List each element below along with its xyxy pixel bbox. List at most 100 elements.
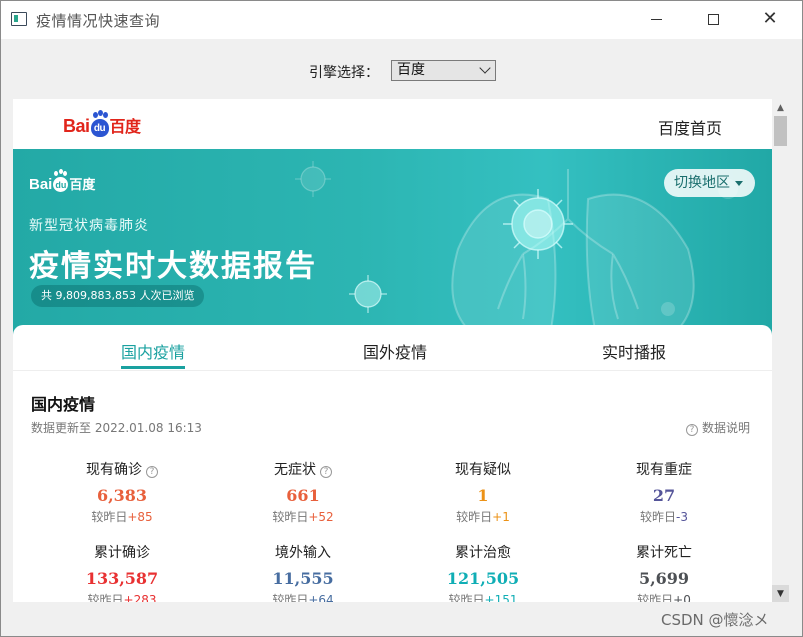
virus-small-icon	[349, 275, 387, 313]
data-note-link[interactable]: ? 数据说明	[686, 419, 750, 436]
logo-text-bai: Bai	[63, 116, 90, 136]
hero-title: 疫情实时大数据报告	[29, 249, 317, 284]
stat-delta: 较昨日+52	[223, 508, 383, 525]
stat-card: 无症状? 661 较昨日+52	[223, 459, 383, 525]
stat-card: 境外输入 11,555 较昨日+64	[223, 542, 383, 602]
stat-delta-prefix: 较昨日	[91, 510, 128, 524]
stat-card: 累计治愈 121,505 较昨日+151	[403, 542, 563, 602]
question-icon: ?	[686, 424, 698, 436]
virus-faint-icon	[295, 161, 331, 197]
scroll-down-button[interactable]: ▼	[772, 585, 789, 602]
stat-delta-value: +64	[308, 593, 334, 602]
stat-card: 现有重症 27 较昨日-3	[584, 459, 744, 525]
app-window: 疫情情况快速查询 ✕ 引擎选择： 百度 Bai du 百度 百度首页 Bai d…	[0, 0, 803, 637]
close-button[interactable]: ✕	[747, 1, 793, 37]
stat-label: 境外输入	[223, 542, 383, 562]
stat-delta-value: +52	[308, 510, 334, 524]
hero-logo-paw: du	[53, 171, 69, 192]
close-icon: ✕	[762, 8, 778, 29]
engine-row: 引擎选择： 百度	[1, 60, 802, 82]
scroll-thumb[interactable]	[774, 116, 787, 146]
stat-label: 累计死亡	[584, 542, 744, 562]
engine-select-value: 百度	[397, 62, 425, 78]
stat-value: 5,699	[638, 569, 690, 588]
chevron-down-icon	[479, 62, 491, 74]
stat-label-text: 现有确诊	[86, 462, 142, 478]
csdn-watermark: CSDN @懷淰メ	[661, 611, 769, 629]
switch-region-button[interactable]: 切换地区	[664, 169, 755, 197]
stat-label: 累计确诊	[42, 542, 202, 562]
stat-value: 133,587	[85, 569, 159, 588]
stat-label-text: 累计死亡	[636, 545, 692, 561]
section-title: 国内疫情	[31, 395, 96, 414]
tab-bar: 国内疫情 国外疫情 实时播报	[13, 325, 772, 371]
hero-logo-text-cn: 百度	[69, 177, 96, 192]
stat-label-text: 无症状	[274, 462, 316, 478]
stat-delta: 较昨日+85	[42, 508, 202, 525]
tab-overseas[interactable]: 国外疫情	[363, 339, 427, 363]
stat-delta: 较昨日+0	[584, 591, 744, 602]
window-title: 疫情情况快速查询	[36, 12, 161, 30]
maximize-icon	[707, 13, 719, 25]
stat-delta-value: +1	[492, 510, 510, 524]
stat-delta-value: +85	[127, 510, 153, 524]
views-counter: 共 9,809,883,853 人次已浏览	[31, 285, 205, 307]
stat-label: 现有确诊?	[42, 459, 202, 479]
stat-delta-value: +151	[484, 593, 518, 602]
stat-label: 现有疑似	[403, 459, 563, 479]
stat-value: 121,505	[446, 569, 520, 588]
tab-domestic[interactable]: 国内疫情	[121, 339, 186, 369]
stat-delta-value: -3	[676, 510, 688, 524]
switch-region-label: 切换地区	[674, 175, 730, 191]
logo-paw: du	[90, 112, 109, 137]
tab-live-news[interactable]: 实时播报	[602, 339, 666, 363]
hero-baidu-logo: Bai du 百度	[29, 171, 96, 193]
caret-down-icon	[735, 181, 743, 186]
title-bar: 疫情情况快速查询 ✕	[1, 1, 802, 39]
stat-value: 1	[477, 486, 489, 505]
baidu-logo[interactable]: Bai du 百度	[63, 112, 142, 137]
web-view[interactable]: Bai du 百度 百度首页 Bai du 百度 新型冠状病毒肺炎 疫情实时大数…	[13, 99, 789, 602]
stat-card: 现有疑似 1 较昨日+1	[403, 459, 563, 525]
engine-label: 引擎选择：	[309, 65, 379, 81]
logo-text-cn: 百度	[109, 119, 142, 136]
question-icon[interactable]: ?	[320, 466, 332, 478]
stat-delta: 较昨日+1	[403, 508, 563, 525]
minimize-icon	[650, 18, 662, 20]
question-icon[interactable]: ?	[146, 466, 158, 478]
vertical-scrollbar[interactable]: ▲ ▼	[772, 99, 789, 602]
stat-delta-prefix: 较昨日	[640, 510, 677, 524]
engine-select[interactable]: 百度	[391, 60, 496, 81]
stat-delta-value: +283	[123, 593, 157, 602]
stat-value: 27	[652, 486, 676, 505]
stat-label-text: 现有疑似	[455, 462, 511, 478]
stat-label-text: 累计治愈	[455, 545, 511, 561]
stat-delta-prefix: 较昨日	[448, 593, 485, 602]
stat-value: 11,555	[272, 569, 334, 588]
hero-logo-text-bai: Bai	[29, 176, 53, 193]
baidu-home-link[interactable]: 百度首页	[658, 115, 722, 139]
app-icon	[11, 12, 27, 26]
top-nav: Bai du 百度 百度首页	[13, 99, 772, 149]
stat-label: 无症状?	[223, 459, 383, 479]
scroll-up-button[interactable]: ▲	[772, 99, 789, 116]
maximize-button[interactable]	[690, 1, 736, 37]
stat-delta-prefix: 较昨日	[456, 510, 493, 524]
stat-value: 661	[286, 486, 320, 505]
stat-delta: 较昨日+283	[42, 591, 202, 602]
hero-banner: Bai du 百度 新型冠状病毒肺炎 疫情实时大数据报告 共 9,809,883,8…	[13, 149, 772, 339]
stat-delta-prefix: 较昨日	[637, 593, 674, 602]
web-page: Bai du 百度 百度首页 Bai du 百度 新型冠状病毒肺炎 疫情实时大数…	[13, 99, 772, 602]
stat-delta-value: +0	[673, 593, 691, 602]
stat-card: 现有确诊? 6,383 较昨日+85	[42, 459, 202, 525]
stat-label-text: 现有重症	[636, 462, 692, 478]
stat-delta: 较昨日-3	[584, 508, 744, 525]
stat-value: 6,383	[96, 486, 148, 505]
stat-card: 累计确诊 133,587 较昨日+283	[42, 542, 202, 602]
data-note-label: 数据说明	[702, 421, 751, 435]
stat-label: 累计治愈	[403, 542, 563, 562]
stat-delta-prefix: 较昨日	[87, 593, 124, 602]
stat-label-text: 累计确诊	[94, 545, 150, 561]
minimize-button[interactable]	[633, 1, 679, 37]
stat-delta: 较昨日+64	[223, 591, 383, 602]
